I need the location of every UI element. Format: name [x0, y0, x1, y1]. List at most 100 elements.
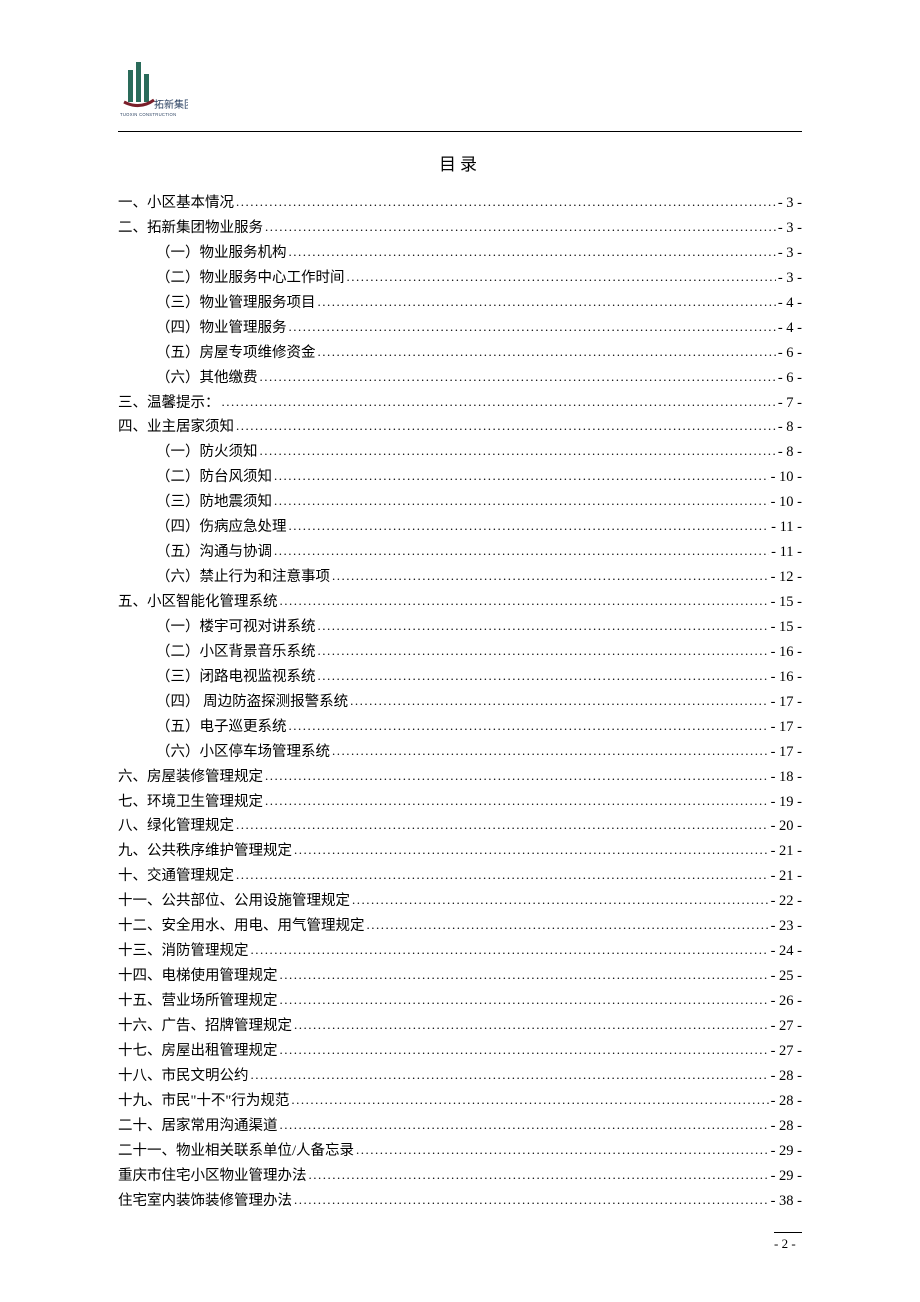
toc-entry[interactable]: 十、交通管理规定- 21 - [118, 864, 802, 889]
toc-leader-dots [280, 964, 769, 986]
toc-entry-page: - 17 - [771, 740, 802, 765]
toc-entry-label: 十六、广告、招牌管理规定 [118, 1014, 292, 1039]
toc-entry-label: （五）电子巡更系统 [156, 715, 287, 740]
toc-entry-label: 十、交通管理规定 [118, 864, 234, 889]
toc-leader-dots [318, 640, 769, 662]
toc-entry[interactable]: （三）闭路电视监视系统- 16 - [118, 665, 802, 690]
toc-entry[interactable]: 二十一、物业相关联系单位/人备忘录 - 29 - [118, 1139, 802, 1164]
toc-entry-label: （一）防火须知 [156, 440, 258, 465]
toc-entry-label: 十一、公共部位、公用设施管理规定 [118, 889, 350, 914]
toc-entry-label: 五、小区智能化管理系统 [118, 590, 278, 615]
toc-entry[interactable]: （二）物业服务中心工作时间- 3 - [118, 266, 802, 291]
toc-entry-page: - 10 - [771, 465, 802, 490]
toc-leader-dots [236, 415, 776, 437]
toc-entry[interactable]: 住宅室内装饰装修管理办法- 38 - [118, 1189, 802, 1214]
toc-entry[interactable]: 十九、市民"十不"行为规范- 28 - [118, 1089, 802, 1114]
toc-entry-label: （五）房屋专项维修资金 [156, 341, 316, 366]
toc-entry-page: - 25 - [771, 964, 802, 989]
toc-entry[interactable]: 十三、消防管理规定- 24 - [118, 939, 802, 964]
toc-entry[interactable]: 七、环境卫生管理规定- 19 - [118, 790, 802, 815]
toc-leader-dots [236, 814, 769, 836]
toc-entry[interactable]: （六）小区停车场管理系统 - 17 - [118, 740, 802, 765]
logo-subtext: TUOXIN CONSTRUCTION [120, 112, 176, 117]
toc-entry-page: - 11 - [771, 540, 802, 565]
toc-entry-page: - 3 - [778, 191, 802, 216]
toc-leader-dots [289, 515, 770, 537]
toc-entry[interactable]: 十七、房屋出租管理规定- 27 - [118, 1039, 802, 1064]
toc-leader-dots [350, 690, 768, 712]
toc-entry[interactable]: （二）防台风须知 - 10 - [118, 465, 802, 490]
toc-leader-dots [291, 1089, 768, 1111]
toc-entry-label: （六）其他缴费 [156, 366, 258, 391]
toc-entry-page: - 3 - [778, 241, 802, 266]
toc-entry[interactable]: （五）电子巡更系统 - 17 - [118, 715, 802, 740]
toc-entry-page: - 3 - [778, 216, 802, 241]
toc-entry-page: - 29 - [771, 1139, 802, 1164]
toc-leader-dots [274, 540, 769, 562]
toc-leader-dots [280, 989, 769, 1011]
toc-entry-page: - 28 - [771, 1114, 802, 1139]
toc-entry-page: - 16 - [771, 665, 802, 690]
toc-leader-dots [352, 889, 769, 911]
toc-entry[interactable]: 五、小区智能化管理系统 - 15 - [118, 590, 802, 615]
toc-leader-dots [280, 590, 769, 612]
toc-entry-label: （六）禁止行为和注意事项 [156, 565, 330, 590]
toc-entry[interactable]: 二、拓新集团物业服务- 3 - [118, 216, 802, 241]
toc-entry[interactable]: （六）其他缴费- 6 - [118, 366, 802, 391]
toc-entry-label: （二）防台风须知 [156, 465, 272, 490]
toc-entry[interactable]: （二）小区背景音乐系统- 16 - [118, 640, 802, 665]
toc-entry-label: （六）小区停车场管理系统 [156, 740, 330, 765]
toc-entry[interactable]: 重庆市住宅小区物业管理办法- 29 - [118, 1164, 802, 1189]
toc-entry-label: 十七、房屋出租管理规定 [118, 1039, 278, 1064]
toc-entry[interactable]: （五）房屋专项维修资金- 6 - [118, 341, 802, 366]
toc-entry-label: 八、绿化管理规定 [118, 814, 234, 839]
toc-entry[interactable]: （四）伤病应急处理- 11 - [118, 515, 802, 540]
toc-entry-label: 十九、市民"十不"行为规范 [118, 1089, 289, 1114]
toc-entry[interactable]: （四）物业管理服务- 4 - [118, 316, 802, 341]
toc-entry[interactable]: （三）防地震须知- 10 - [118, 490, 802, 515]
toc-entry-page: - 38 - [771, 1189, 802, 1214]
toc-entry[interactable]: 十四、电梯使用管理规定 - 25 - [118, 964, 802, 989]
toc-entry[interactable]: （五）沟通与协调- 11 - [118, 540, 802, 565]
toc-leader-dots [309, 1164, 769, 1186]
toc-leader-dots [289, 316, 776, 338]
toc-entry[interactable]: 十六、广告、招牌管理规定- 27 - [118, 1014, 802, 1039]
toc-leader-dots [367, 914, 769, 936]
toc-entry-page: - 17 - [771, 715, 802, 740]
toc-entry-label: 十四、电梯使用管理规定 [118, 964, 278, 989]
toc-entry[interactable]: 十五、营业场所管理规定- 26 - [118, 989, 802, 1014]
toc-entry[interactable]: 三、温馨提示：- 7 - [118, 391, 802, 416]
toc-entry[interactable]: 九、公共秩序维护管理规定- 21 - [118, 839, 802, 864]
toc-entry-page: - 11 - [771, 515, 802, 540]
toc-entry-page: - 12 - [771, 565, 802, 590]
toc-entry-label: 十五、营业场所管理规定 [118, 989, 278, 1014]
toc-entry-page: - 4 - [778, 316, 802, 341]
toc-entry-page: - 15 - [771, 590, 802, 615]
toc-entry[interactable]: 六、房屋装修管理规定- 18 - [118, 765, 802, 790]
table-of-contents: 一、小区基本情况- 3 -二、拓新集团物业服务- 3 -（一）物业服务机构 - 3… [118, 191, 802, 1213]
toc-entry-page: - 24 - [771, 939, 802, 964]
toc-entry-label: （四） 周边防盗探测报警系统 [156, 690, 348, 715]
toc-entry[interactable]: 十一、公共部位、公用设施管理规定- 22 - [118, 889, 802, 914]
toc-leader-dots [347, 266, 776, 288]
toc-entry[interactable]: 十二、安全用水、用电、用气管理规定- 23 - [118, 914, 802, 939]
toc-entry[interactable]: （三）物业管理服务项目- 4 - [118, 291, 802, 316]
toc-entry[interactable]: 四、业主居家须知- 8 - [118, 415, 802, 440]
toc-entry-label: 十八、市民文明公约 [118, 1064, 249, 1089]
document-page: 拓新集团 TUOXIN CONSTRUCTION 目录 一、小区基本情况- 3 … [0, 0, 920, 1302]
toc-entry[interactable]: （一）防火须知- 8 - [118, 440, 802, 465]
toc-entry[interactable]: （一）楼宇可视对讲系统- 15 - [118, 615, 802, 640]
toc-entry[interactable]: （一）物业服务机构 - 3 - [118, 241, 802, 266]
toc-entry[interactable]: 八、绿化管理规定- 20 - [118, 814, 802, 839]
toc-entry[interactable]: （四） 周边防盗探测报警系统- 17 - [118, 690, 802, 715]
toc-entry-label: （一）物业服务机构 [156, 241, 287, 266]
toc-leader-dots [274, 490, 769, 512]
toc-entry-label: （一）楼宇可视对讲系统 [156, 615, 316, 640]
toc-entry[interactable]: 二十、居家常用沟通渠道- 28 - [118, 1114, 802, 1139]
toc-leader-dots [236, 191, 776, 213]
toc-entry-label: 二十一、物业相关联系单位/人备忘录 [118, 1139, 354, 1164]
toc-entry[interactable]: （六）禁止行为和注意事项 - 12 - [118, 565, 802, 590]
toc-entry-label: 六、房屋装修管理规定 [118, 765, 263, 790]
toc-entry[interactable]: 一、小区基本情况- 3 - [118, 191, 802, 216]
toc-entry[interactable]: 十八、市民文明公约- 28 - [118, 1064, 802, 1089]
